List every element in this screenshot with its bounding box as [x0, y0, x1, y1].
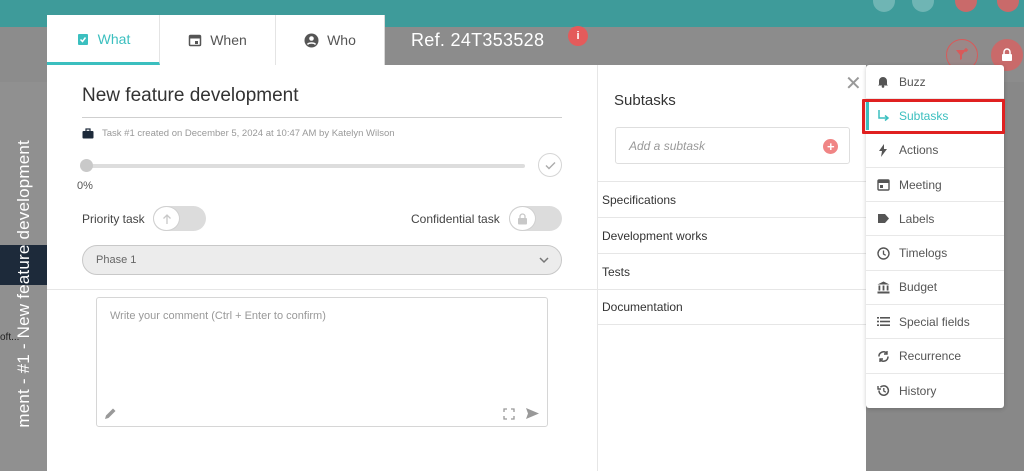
- subtasks-panel: ✕ Subtasks Add a subtask + Specification…: [597, 65, 867, 471]
- menu-item-label: Actions: [899, 143, 939, 158]
- side-menu: Buzz Subtasks Actions Meeting Labels Tim…: [866, 65, 1004, 408]
- subtasks-heading: Subtasks: [614, 92, 676, 109]
- menu-item-label: Labels: [899, 211, 935, 226]
- background-truncated-text: oft...: [0, 332, 20, 343]
- menu-item-subtasks[interactable]: Subtasks: [866, 99, 1004, 134]
- info-badge[interactable]: i: [568, 26, 588, 46]
- comment-box: [96, 297, 548, 427]
- bell-icon: [878, 77, 888, 88]
- progress-slider-track[interactable]: [86, 164, 525, 168]
- confidential-toggle[interactable]: [509, 206, 562, 231]
- menu-item-label: Special fields: [899, 314, 970, 329]
- priority-toggle[interactable]: [153, 206, 206, 231]
- background-vertical-strip: ment - #1 - New feature development: [0, 140, 47, 471]
- tab-what[interactable]: What: [47, 15, 160, 65]
- tab-when[interactable]: When: [160, 15, 276, 65]
- menu-item-history[interactable]: History: [866, 374, 1004, 408]
- complete-task-button[interactable]: [538, 153, 562, 177]
- subtask-list: Specifications Development works Tests D…: [598, 181, 867, 325]
- confidential-toggle-knob: [509, 206, 536, 231]
- history-icon: [876, 385, 889, 397]
- task-meta: Task #1 created on December 5, 2024 at 1…: [82, 128, 395, 139]
- chevron-down-icon: [539, 257, 549, 264]
- menu-item-label: Subtasks: [899, 108, 949, 123]
- menu-item-special-fields[interactable]: Special fields: [866, 305, 1004, 340]
- menu-item-label: Recurrence: [899, 349, 962, 364]
- subtask-item[interactable]: Documentation: [598, 289, 867, 325]
- briefcase-icon: [82, 128, 94, 139]
- add-subtask-input[interactable]: Add a subtask +: [615, 127, 850, 164]
- subtask-item[interactable]: Development works: [598, 217, 867, 253]
- progress-slider-handle[interactable]: [80, 159, 93, 172]
- clock-icon: [876, 246, 890, 260]
- check-icon: [545, 161, 555, 169]
- tab-who[interactable]: Who: [276, 15, 385, 65]
- list-icon: [876, 317, 890, 327]
- menu-item-recurrence[interactable]: Recurrence: [866, 339, 1004, 374]
- pencil-icon[interactable]: [104, 407, 117, 420]
- menu-item-actions[interactable]: Actions: [866, 134, 1004, 168]
- arrow-up-icon: [162, 213, 171, 224]
- expand-icon[interactable]: [503, 408, 515, 420]
- menu-item-label: Timelogs: [899, 246, 948, 261]
- close-icon[interactable]: ✕: [845, 71, 862, 96]
- background-task-title: ment - #1 - New feature development: [14, 140, 33, 428]
- menu-item-label: Buzz: [899, 74, 926, 89]
- lightning-icon: [879, 143, 887, 157]
- menu-item-label: Meeting: [899, 177, 942, 192]
- priority-toggle-knob: [153, 206, 180, 231]
- fullscreen-icon[interactable]: [955, 0, 977, 12]
- subtask-arrow-icon: [877, 110, 889, 122]
- subtask-item[interactable]: Tests: [598, 253, 867, 289]
- active-indicator: [866, 102, 869, 131]
- calendar-icon: [876, 179, 890, 191]
- bank-icon: [877, 281, 889, 294]
- priority-label: Priority task: [82, 212, 145, 226]
- menu-item-timelogs[interactable]: Timelogs: [866, 236, 1004, 271]
- phase-select[interactable]: Phase 1: [82, 245, 562, 275]
- section-divider: [47, 289, 597, 290]
- refresh-icon: [877, 350, 889, 362]
- phase-select-value: Phase 1: [96, 254, 137, 266]
- menu-item-label: History: [899, 383, 937, 398]
- task-title[interactable]: New feature development: [82, 85, 562, 118]
- notification-icon[interactable]: [912, 0, 934, 12]
- add-subtask-placeholder: Add a subtask: [629, 138, 706, 153]
- subtask-item[interactable]: Specifications: [598, 181, 867, 217]
- menu-item-budget[interactable]: Budget: [866, 271, 1004, 306]
- menu-item-label: Budget: [899, 280, 938, 295]
- task-meta-text: Task #1 created on December 5, 2024 at 1…: [102, 128, 395, 139]
- add-subtask-button[interactable]: +: [823, 139, 838, 154]
- chat-icon[interactable]: [873, 0, 895, 12]
- confidential-label: Confidential task: [411, 212, 500, 226]
- lock-icon: [518, 212, 527, 224]
- task-tabs: What When Who: [47, 15, 385, 65]
- comment-input[interactable]: [97, 298, 547, 426]
- clipboard-check-icon: [77, 33, 88, 45]
- menu-item-meeting[interactable]: Meeting: [866, 168, 1004, 203]
- progress-value: 0%: [77, 180, 93, 192]
- filter-plus-icon: [956, 48, 968, 60]
- tab-when-label: When: [210, 32, 247, 48]
- lock-icon: [1002, 48, 1012, 61]
- user-circle-icon: [304, 33, 319, 47]
- calendar-icon: [188, 34, 202, 47]
- user-menu-icon[interactable]: [997, 0, 1019, 12]
- menu-item-buzz[interactable]: Buzz: [866, 65, 1004, 100]
- send-icon[interactable]: [525, 407, 540, 420]
- tab-what-label: What: [97, 30, 131, 47]
- task-details-panel: New feature development Task #1 created …: [47, 65, 597, 471]
- task-reference: Ref. 24T353528: [411, 30, 545, 50]
- menu-item-labels[interactable]: Labels: [866, 202, 1004, 237]
- tab-who-label: Who: [327, 32, 356, 48]
- tag-icon: [877, 214, 889, 224]
